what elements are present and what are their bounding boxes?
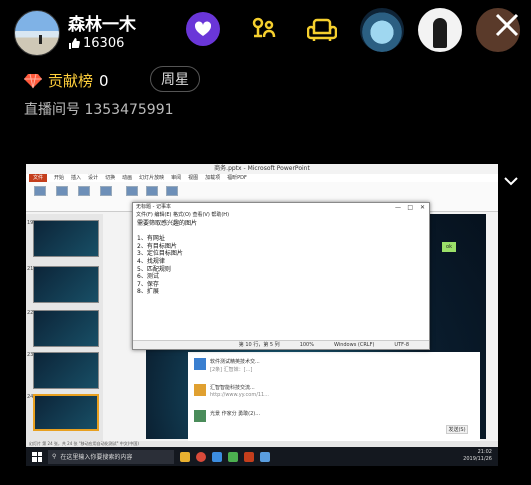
slide-thumb bbox=[33, 352, 99, 389]
room-id: 直播间号 1353475991 bbox=[24, 99, 174, 119]
notepad-status-item: UTF-8 bbox=[394, 342, 409, 348]
ribbon-tab: 设计 bbox=[88, 175, 99, 181]
close-icon[interactable] bbox=[492, 10, 522, 40]
ribbon-tab: 审阅 bbox=[171, 175, 182, 181]
ribbon-tab: 幻灯片放映 bbox=[139, 175, 165, 181]
file-explorer-icon bbox=[180, 451, 190, 462]
likes-count: 16306 bbox=[68, 36, 124, 51]
ribbon-tab: 动画 bbox=[122, 175, 133, 181]
ribbon-button bbox=[146, 186, 158, 196]
clock-time: 21:02 bbox=[477, 449, 492, 455]
notepad-line bbox=[137, 228, 427, 236]
ribbon-button bbox=[78, 186, 90, 196]
chat-item: 汇智智能科技交流... http://www.yy.com/11... bbox=[194, 382, 294, 406]
search-icon: ⚲ bbox=[52, 453, 57, 460]
chat-ok-bubble: ok bbox=[442, 242, 456, 252]
ppt-window-title: 商务.pptx - Microsoft PowerPoint bbox=[26, 164, 498, 174]
clock: 21:02 2019/11/26 bbox=[463, 449, 492, 463]
ribbon-tab: 福昕PDF bbox=[227, 175, 247, 181]
sofa-button[interactable] bbox=[305, 12, 339, 46]
users-icon bbox=[252, 17, 276, 38]
windows-logo-icon bbox=[32, 451, 42, 462]
notepad-status-item: 第 10 行，第 5 列 bbox=[238, 342, 280, 348]
slide-thumb bbox=[33, 310, 99, 347]
heart-hands-button[interactable] bbox=[186, 12, 220, 46]
ribbon-tab: 插入 bbox=[71, 175, 82, 181]
notepad-menu: 文件(F) 编辑(E) 格式(O) 查看(V) 帮助(H) bbox=[136, 212, 230, 218]
notepad-status-item: 100% bbox=[299, 342, 314, 348]
notepad-status-item: Windows (CRLF) bbox=[333, 342, 375, 348]
windows-taskbar: ⚲ 在这里输入你要搜索的内容 21:02 2019/11/26 bbox=[26, 447, 498, 466]
slide-thumb bbox=[33, 266, 99, 303]
room-id-label: 直播间号 bbox=[24, 102, 80, 118]
notepad-line: 4、找规律 bbox=[137, 257, 165, 265]
ribbon-button bbox=[126, 186, 138, 196]
taskbar-search-placeholder: 在这里输入你要搜索的内容 bbox=[60, 454, 133, 461]
host-avatar[interactable] bbox=[14, 10, 60, 56]
ribbon-button bbox=[100, 186, 112, 196]
ribbon-button bbox=[34, 186, 46, 196]
chevron-down-icon[interactable] bbox=[502, 172, 520, 190]
slide-thumbnails: 19 21 22 23 24 bbox=[26, 214, 103, 444]
notepad-line: 3、定位目标图片 bbox=[137, 250, 183, 258]
notepad-status: 第 10 行，第 5 列 100% Windows (CRLF) UTF-8 bbox=[133, 340, 429, 349]
notepad-title: 无标题 - 记事本 bbox=[133, 203, 429, 212]
diamond-icon bbox=[24, 73, 42, 88]
notepad-line: 8、扩展 bbox=[137, 288, 159, 296]
ribbon-tab: 切换 bbox=[105, 175, 116, 181]
heart-hands-icon bbox=[194, 21, 212, 37]
slide-thumb bbox=[33, 220, 99, 257]
chrome-icon bbox=[196, 451, 206, 462]
chat-panel: 软件测试精英技术交... [2条] 汇智妹：[...] 汇智智能科技交流... ht… bbox=[188, 352, 480, 442]
ribbon-tab: 加载项 bbox=[205, 175, 221, 181]
send-button: 发送(S) bbox=[446, 425, 468, 434]
ribbon-tab: 开始 bbox=[54, 175, 65, 181]
link-mic-button[interactable] bbox=[246, 12, 280, 46]
slide-thumb-selected bbox=[33, 394, 99, 431]
viewer-avatar-1[interactable] bbox=[360, 8, 404, 52]
notepad-line: 需要筛取感兴趣的图片 bbox=[137, 220, 198, 227]
ribbon-button bbox=[166, 186, 178, 196]
wechat-icon bbox=[228, 451, 238, 462]
contribution-rank[interactable]: 贡献榜 0 bbox=[24, 70, 109, 91]
chat-item: 光景 作家分 勇敢(2)... bbox=[194, 408, 294, 432]
notepad-line: 5、匹配规则 bbox=[137, 265, 171, 273]
room-id-value: 1353475991 bbox=[84, 102, 174, 118]
ribbon-tab: 视图 bbox=[188, 175, 199, 181]
notepad-text: 需要筛取感兴趣的图片 1、有网址 2、有目标图片 3、定位目标图片 4、找规律 5、匹配规… bbox=[135, 220, 427, 338]
clock-date: 2019/11/26 bbox=[463, 456, 492, 462]
rank-label: 贡献榜 bbox=[48, 72, 94, 90]
week-star-button[interactable]: 周星 bbox=[150, 66, 200, 92]
notepad-icon bbox=[260, 451, 270, 462]
host-name[interactable]: 森林一木 bbox=[68, 10, 136, 35]
ribbon-tabs: 文件 开始 插入 设计 切换 动画 幻灯片放映 审阅 视图 加载项 福昕PDF bbox=[26, 174, 498, 182]
sofa-icon bbox=[307, 18, 337, 41]
notepad-line: 7、保存 bbox=[137, 280, 159, 288]
thumb-up-icon bbox=[69, 38, 80, 49]
rank-value: 0 bbox=[99, 71, 109, 90]
app-icon bbox=[212, 451, 222, 462]
notepad-window: 无标题 - 记事本 — □ ✕ 文件(F) 编辑(E) 格式(O) 查看(V) 帮助… bbox=[132, 202, 430, 350]
ribbon-tab: 文件 bbox=[29, 174, 48, 182]
powerpoint-icon bbox=[244, 451, 254, 462]
notepad-line: 1、有网址 bbox=[137, 235, 165, 243]
viewer-avatar-2[interactable] bbox=[418, 8, 462, 52]
stream-video: 商务.pptx - Microsoft PowerPoint 文件 开始 插入 设计切… bbox=[26, 164, 498, 466]
notepad-line: 6、测试 bbox=[137, 273, 159, 281]
chat-item: 软件测试精英技术交... [2条] 汇智妹：[...] bbox=[194, 356, 294, 380]
ribbon-button bbox=[56, 186, 68, 196]
likes-value: 16306 bbox=[83, 36, 125, 51]
taskbar-search: ⚲ 在这里输入你要搜索的内容 bbox=[48, 449, 174, 464]
